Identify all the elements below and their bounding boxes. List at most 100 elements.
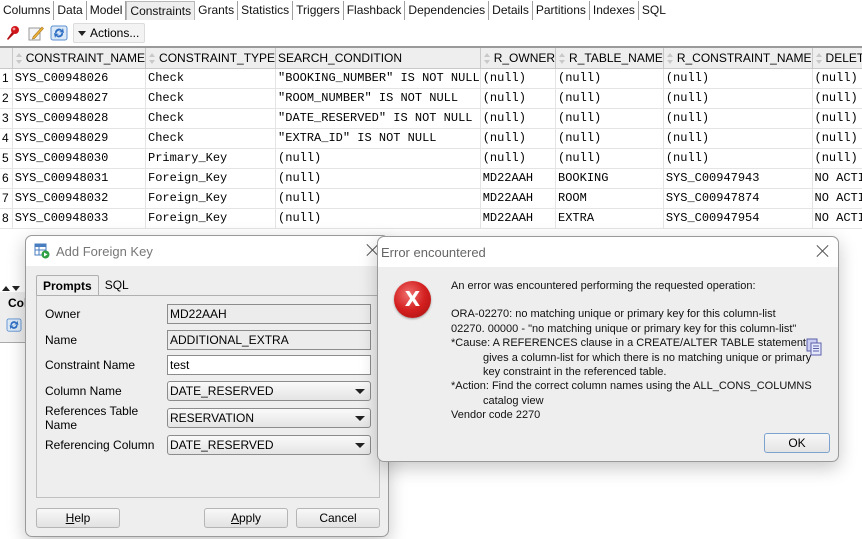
table-cell[interactable]: NO ACTION <box>812 208 862 229</box>
pin-icon[interactable] <box>4 24 22 42</box>
edit-icon[interactable] <box>27 24 45 42</box>
table-cell[interactable]: SYS_C00947874 <box>663 188 813 209</box>
table-cell[interactable]: MD22AAH <box>480 168 557 189</box>
table-cell[interactable]: (null) <box>555 88 664 109</box>
table-row[interactable]: 4 SYS_C00948029 Check "EXTRA_ID" IS NOT NUL… <box>0 128 862 149</box>
table-cell[interactable]: NO ACTION <box>812 168 862 189</box>
table-row[interactable]: 5 SYS_C00948030 Primary_Key (null) (null) (nu… <box>0 148 862 169</box>
tab-details[interactable]: Details <box>489 1 533 20</box>
table-cell[interactable]: (null) <box>275 148 481 169</box>
column-name-select[interactable]: DATE_RESERVED <box>167 381 371 401</box>
table-cell[interactable]: (null) <box>275 168 481 189</box>
table-cell[interactable]: (null) <box>480 108 557 129</box>
tab-triggers[interactable]: Triggers <box>293 1 344 20</box>
table-cell[interactable]: MD22AAH <box>480 188 557 209</box>
column-header[interactable]: CONSTRAINT_TYPE <box>145 48 277 69</box>
table-cell[interactable]: EXTRA <box>555 208 664 229</box>
table-row[interactable]: 2 SYS_C00948027 Check "ROOM_NUMBER" IS NOT … <box>0 88 862 109</box>
table-row[interactable]: 6 SYS_C00948031 Foreign_Key (null) MD22AAH BO… <box>0 168 862 189</box>
table-cell[interactable]: (null) <box>812 68 862 89</box>
table-cell[interactable]: Check <box>145 68 277 89</box>
tab-grants[interactable]: Grants <box>195 1 239 20</box>
table-cell[interactable]: (null) <box>663 68 813 89</box>
table-cell[interactable]: Primary_Key <box>145 148 277 169</box>
tab-sql[interactable]: SQL <box>639 1 669 20</box>
table-cell[interactable]: (null) <box>275 188 481 209</box>
constraint-name-input[interactable]: test <box>167 355 371 375</box>
actions-dropdown[interactable]: Actions... <box>73 23 146 43</box>
table-cell[interactable]: (null) <box>480 148 557 169</box>
close-icon[interactable] <box>816 244 830 258</box>
table-cell[interactable]: SYS_C00947943 <box>663 168 813 189</box>
table-cell[interactable]: Foreign_Key <box>145 208 277 229</box>
table-cell[interactable]: SYS_C00948026 <box>12 68 147 89</box>
table-cell[interactable]: Check <box>145 108 277 129</box>
table-cell[interactable]: (null) <box>555 68 664 89</box>
table-cell[interactable]: SYS_C00947954 <box>663 208 813 229</box>
referencing-column-select[interactable]: DATE_RESERVED <box>167 435 371 455</box>
table-cell[interactable]: (null) <box>663 108 813 129</box>
table-cell[interactable]: Foreign_Key <box>145 168 277 189</box>
table-cell[interactable]: (null) <box>663 148 813 169</box>
refresh-icon[interactable] <box>50 24 68 42</box>
table-cell[interactable]: SYS_C00948030 <box>12 148 147 169</box>
table-cell[interactable]: (null) <box>480 88 557 109</box>
tab-dependencies[interactable]: Dependencies <box>405 1 490 20</box>
ok-button[interactable]: OK <box>764 433 830 453</box>
table-cell[interactable]: (null) <box>480 68 557 89</box>
table-cell[interactable]: ROOM <box>555 188 664 209</box>
table-cell[interactable]: (null) <box>555 148 664 169</box>
references-table-select[interactable]: RESERVATION <box>167 408 371 428</box>
table-cell[interactable]: (null) <box>812 128 862 149</box>
column-header[interactable]: SEARCH_CONDITION <box>275 48 481 69</box>
table-cell[interactable]: SYS_C00948031 <box>12 168 147 189</box>
table-row[interactable]: 1 SYS_C00948026 Check "BOOKING_NUMBER" IS N… <box>0 68 862 89</box>
tab-statistics[interactable]: Statistics <box>238 1 294 20</box>
table-cell[interactable]: (null) <box>663 128 813 149</box>
apply-button[interactable]: Apply <box>204 508 288 528</box>
tab-constraints[interactable]: Constraints <box>126 1 196 20</box>
table-cell[interactable]: NO ACTION <box>812 188 862 209</box>
table-cell[interactable]: (null) <box>663 88 813 109</box>
table-cell[interactable]: SYS_C00948032 <box>12 188 147 209</box>
column-header[interactable]: R_CONSTRAINT_NAME <box>663 48 813 69</box>
table-cell[interactable]: SYS_C00948029 <box>12 128 147 149</box>
tab-indexes[interactable]: Indexes <box>590 1 639 20</box>
table-cell[interactable]: "ROOM_NUMBER" IS NOT NULL <box>275 88 481 109</box>
table-cell[interactable]: BOOKING <box>555 168 664 189</box>
table-row[interactable]: 8 SYS_C00948033 Foreign_Key (null) MD22AAH EX… <box>0 208 862 229</box>
table-cell[interactable]: Check <box>145 88 277 109</box>
tab-prompts[interactable]: Prompts <box>36 275 99 296</box>
table-cell[interactable]: (null) <box>480 128 557 149</box>
tab-sql[interactable]: SQL <box>99 275 135 296</box>
table-cell[interactable]: (null) <box>555 108 664 129</box>
column-header[interactable]: R_OWNER <box>480 48 557 69</box>
table-cell[interactable]: (null) <box>275 208 481 229</box>
table-cell[interactable]: (null) <box>812 108 862 129</box>
table-cell[interactable]: SYS_C00948027 <box>12 88 147 109</box>
table-cell[interactable]: Foreign_Key <box>145 188 277 209</box>
table-cell[interactable]: "EXTRA_ID" IS NOT NULL <box>275 128 481 149</box>
tab-model[interactable]: Model <box>87 1 127 20</box>
cancel-button[interactable]: Cancel <box>296 508 380 528</box>
column-header[interactable]: R_TABLE_NAME <box>555 48 664 69</box>
table-cell[interactable]: MD22AAH <box>480 208 557 229</box>
table-row[interactable]: 7 SYS_C00948032 Foreign_Key (null) MD22AAH RO… <box>0 188 862 209</box>
copy-icon[interactable] <box>806 338 822 356</box>
column-header[interactable]: DELETE_RULE <box>812 48 862 69</box>
table-cell[interactable]: "DATE_RESERVED" IS NOT NULL <box>275 108 481 129</box>
tab-partitions[interactable]: Partitions <box>533 1 590 20</box>
table-cell[interactable]: SYS_C00948033 <box>12 208 147 229</box>
table-cell[interactable]: (null) <box>555 128 664 149</box>
table-cell[interactable]: (null) <box>812 148 862 169</box>
table-cell[interactable]: "BOOKING_NUMBER" IS NOT NULL <box>275 68 481 89</box>
refresh-icon[interactable] <box>6 318 22 335</box>
tab-data[interactable]: Data <box>54 1 87 20</box>
help-button[interactable]: Help <box>36 508 120 528</box>
table-cell[interactable]: (null) <box>812 88 862 109</box>
table-cell[interactable]: Check <box>145 128 277 149</box>
column-header[interactable]: CONSTRAINT_NAME <box>12 48 147 69</box>
table-row[interactable]: 3 SYS_C00948028 Check "DATE_RESERVED" IS NO… <box>0 108 862 129</box>
table-cell[interactable]: SYS_C00948028 <box>12 108 147 129</box>
tab-flashback[interactable]: Flashback <box>344 1 406 20</box>
